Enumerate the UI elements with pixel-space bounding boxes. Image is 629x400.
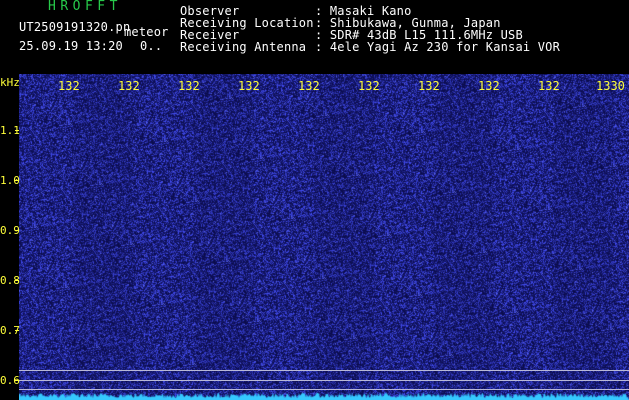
file-name: UT2509191320.pn: [19, 20, 131, 34]
meteor-tag: meteor: [124, 25, 169, 39]
time-label: 132: [238, 79, 260, 93]
y-tick-mark: [15, 280, 19, 281]
time-label: 132: [538, 79, 560, 93]
time-label: 132: [418, 79, 440, 93]
time-label: 132: [58, 79, 80, 93]
y-tick-mark: [15, 130, 19, 131]
reference-line: [19, 380, 629, 381]
header-panel: HROFFT UT2509191320.pn meteor 25.09.19 1…: [0, 0, 629, 74]
date-time: 25.09.19 13:20: [19, 39, 123, 53]
antenna-label: Receiving Antenna: [180, 40, 307, 54]
time-label: 1330: [596, 79, 625, 93]
y-tick-mark: [15, 180, 19, 181]
antenna-value: : 4ele Yagi Az 230 for Kansai VOR: [315, 40, 561, 54]
meteor-count: 0..: [140, 39, 163, 53]
reference-line: [19, 370, 629, 371]
y-tick-mark: [15, 330, 19, 331]
y-tick-mark: [15, 230, 19, 231]
time-label: 132: [298, 79, 320, 93]
y-tick-mark: [15, 380, 19, 381]
time-label: 132: [478, 79, 500, 93]
time-label: 132: [358, 79, 380, 93]
time-label: 132: [118, 79, 140, 93]
spectrogram-noise: [19, 74, 629, 400]
time-label: 132: [178, 79, 200, 93]
app-title: HROFFT: [48, 0, 122, 14]
spectrogram-area: [19, 74, 629, 400]
y-axis-unit: kHz: [0, 76, 20, 89]
reference-line: [19, 389, 629, 390]
